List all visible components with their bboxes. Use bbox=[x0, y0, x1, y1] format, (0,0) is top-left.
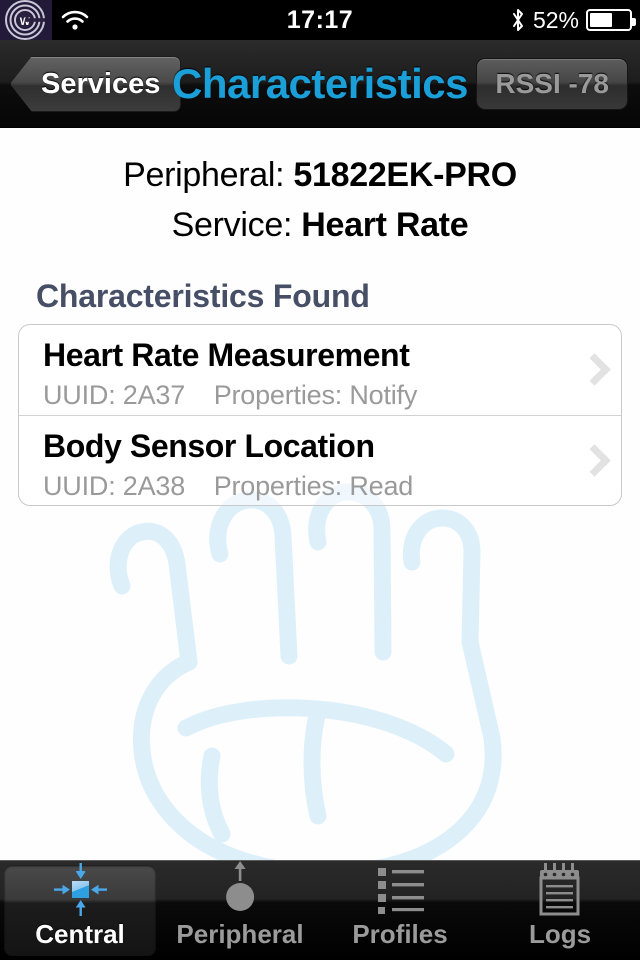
characteristic-detail: UUID: 2A38 Properties: Read bbox=[43, 468, 565, 504]
tab-label: Profiles bbox=[352, 919, 448, 949]
tab-profiles[interactable]: Profiles bbox=[324, 865, 476, 956]
tab-central[interactable]: Central bbox=[4, 863, 156, 956]
service-label: Service: bbox=[171, 206, 293, 244]
tab-label: Peripheral bbox=[176, 919, 304, 949]
section-heading: Characteristics Found bbox=[36, 278, 370, 314]
notepad-icon bbox=[525, 861, 595, 917]
rssi-label: RSSI -78 bbox=[495, 68, 609, 99]
peripheral-label: Peripheral: bbox=[123, 156, 285, 194]
table-row[interactable]: Heart Rate Measurement UUID: 2A37 Proper… bbox=[19, 325, 621, 415]
fist-watermark-icon bbox=[109, 483, 502, 860]
table-row[interactable]: Body Sensor Location UUID: 2A38 Properti… bbox=[19, 415, 621, 505]
characteristic-uuid: UUID: 2A37 bbox=[43, 380, 186, 410]
tab-label: Logs bbox=[528, 919, 592, 949]
peripheral-value: 51822EK-PRO bbox=[293, 156, 517, 194]
chevron-right-icon bbox=[581, 352, 603, 388]
characteristic-uuid: UUID: 2A38 bbox=[43, 471, 186, 501]
characteristics-list: Heart Rate Measurement UUID: 2A37 Proper… bbox=[18, 324, 622, 506]
characteristic-properties: Properties: Notify bbox=[213, 380, 418, 410]
battery-percent-label: 52% bbox=[532, 6, 579, 33]
central-arrows-icon bbox=[45, 861, 115, 917]
status-right-group: 52% bbox=[510, 5, 636, 35]
navigation-bar: Services Characteristics RSSI -78 bbox=[0, 40, 640, 128]
bluetooth-icon bbox=[512, 9, 523, 31]
peripheral-broadcast-icon bbox=[205, 861, 275, 917]
service-line: Service: Heart Rate bbox=[0, 200, 640, 250]
peripheral-info: Peripheral: 51822EK-PRO Service: Heart R… bbox=[0, 128, 640, 250]
characteristic-properties: Properties: Read bbox=[213, 471, 414, 501]
characteristic-name: Body Sensor Location bbox=[43, 428, 375, 464]
peripheral-line: Peripheral: 51822EK-PRO bbox=[0, 150, 640, 200]
characteristic-name: Heart Rate Measurement bbox=[43, 337, 410, 373]
rssi-button[interactable]: RSSI -78 bbox=[476, 58, 628, 110]
tab-peripheral[interactable]: Peripheral bbox=[164, 861, 316, 956]
tab-logs[interactable]: Logs bbox=[484, 863, 636, 956]
content-area: Peripheral: 51822EK-PRO Service: Heart R… bbox=[0, 128, 640, 860]
characteristic-detail: UUID: 2A37 Properties: Notify bbox=[43, 377, 565, 413]
service-value: Heart Rate bbox=[301, 206, 469, 244]
tab-label: Central bbox=[35, 919, 125, 949]
app-root: W 17:17 52% Services Characteristics RSS… bbox=[0, 0, 640, 960]
battery-icon bbox=[586, 9, 636, 31]
status-bar: W 17:17 52% bbox=[0, 0, 640, 40]
tab-bar: Central Peripheral Profiles Logs bbox=[0, 860, 640, 960]
chevron-right-icon bbox=[581, 443, 603, 479]
bulleted-list-icon bbox=[365, 861, 435, 917]
